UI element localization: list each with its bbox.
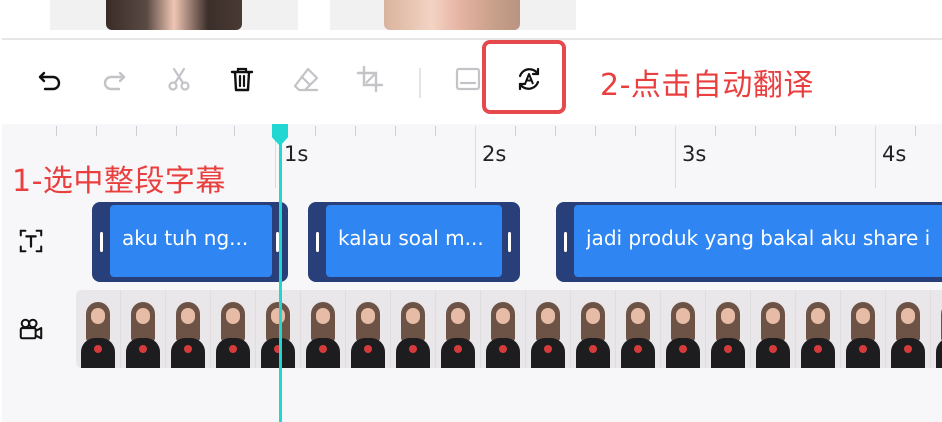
ruler-tick xyxy=(515,126,516,136)
ruler-tick xyxy=(234,126,235,136)
ruler-tick xyxy=(136,126,137,136)
caption-text: aku tuh ng... xyxy=(122,226,249,250)
delete-button[interactable] xyxy=(225,62,259,96)
caption-clip[interactable]: kalau soal m... xyxy=(308,202,520,282)
undo-button[interactable] xyxy=(33,62,67,96)
video-frame-thumbnail xyxy=(391,290,435,368)
trash-icon xyxy=(230,67,254,92)
scissors-icon xyxy=(168,67,190,91)
caption-clip[interactable]: aku tuh ng... xyxy=(92,202,288,282)
ruler-tick xyxy=(96,126,97,136)
clip-trim-handle-left[interactable] xyxy=(564,232,567,252)
video-frame-thumbnail xyxy=(751,290,795,368)
split-button[interactable] xyxy=(162,62,196,96)
ruler-label: 4s xyxy=(882,142,907,166)
ruler-tick xyxy=(875,126,876,188)
crop-button[interactable] xyxy=(353,62,387,96)
toolbar-divider xyxy=(419,68,421,98)
ruler-tick xyxy=(555,126,556,136)
ruler-tick xyxy=(635,126,636,136)
video-track-button[interactable] xyxy=(16,314,46,344)
ruler-tick xyxy=(675,126,676,188)
ruler-tick xyxy=(475,126,476,188)
ruler-tick xyxy=(595,126,596,136)
step2-annotation: 2-点击自动翻译 xyxy=(600,68,814,103)
ruler-tick xyxy=(176,126,177,136)
video-frame-thumbnail xyxy=(301,290,345,368)
text-track-button[interactable] xyxy=(16,226,46,256)
ruler-tick xyxy=(915,126,916,136)
video-track-icon xyxy=(19,318,43,340)
preview-strip xyxy=(0,0,942,38)
playhead-line[interactable] xyxy=(279,124,282,422)
caption-clip[interactable]: jadi produk yang bakal aku share i xyxy=(556,202,942,282)
video-frame-thumbnail xyxy=(706,290,750,368)
redo-button[interactable] xyxy=(97,62,131,96)
clip-trim-handle-right[interactable] xyxy=(508,232,511,252)
video-frame-thumbnail xyxy=(526,290,570,368)
video-frame-thumbnail xyxy=(796,290,840,368)
thumbnail-image xyxy=(106,0,242,30)
video-frame-thumbnail xyxy=(76,290,120,368)
crop-icon xyxy=(356,65,384,93)
ruler-tick xyxy=(56,126,57,136)
caption-text: jadi produk yang bakal aku share i xyxy=(586,226,931,250)
redo-icon xyxy=(103,71,126,91)
erase-button[interactable] xyxy=(289,62,323,96)
video-frame-thumbnail xyxy=(661,290,705,368)
subtitle-icon xyxy=(455,67,481,91)
video-clip[interactable] xyxy=(76,290,942,368)
video-frame-thumbnail xyxy=(481,290,525,368)
text-track-icon xyxy=(19,229,43,253)
ruler-tick xyxy=(435,126,436,136)
video-frame-thumbnail xyxy=(616,290,660,368)
ruler-tick xyxy=(315,126,316,136)
ruler-tick xyxy=(715,126,716,136)
ruler-label: 3s xyxy=(682,142,707,166)
caption-text: kalau soal m... xyxy=(338,226,484,250)
ruler-tick xyxy=(835,126,836,136)
video-frame-thumbnail xyxy=(211,290,255,368)
ruler-tick xyxy=(355,126,356,136)
preview-thumbnail[interactable] xyxy=(50,0,298,30)
ruler-tick xyxy=(755,126,756,136)
eraser-icon xyxy=(293,67,319,92)
ruler-tick xyxy=(795,126,796,136)
video-frame-thumbnail xyxy=(256,290,300,368)
video-frame-thumbnail xyxy=(121,290,165,368)
auto-translate-highlight xyxy=(482,40,566,114)
video-frame-thumbnail xyxy=(346,290,390,368)
undo-icon xyxy=(38,71,61,91)
video-frame-thumbnail xyxy=(166,290,210,368)
thumbnail-image xyxy=(384,0,520,30)
video-frame-thumbnail xyxy=(436,290,480,368)
video-frame-thumbnail xyxy=(841,290,885,368)
video-frame-thumbnail xyxy=(886,290,930,368)
ruler-tick xyxy=(395,126,396,136)
step1-annotation: 1-选中整段字幕 xyxy=(12,164,226,199)
clip-trim-handle-left[interactable] xyxy=(100,232,103,252)
ruler-label: 1s xyxy=(284,142,309,166)
clip-trim-handle-left[interactable] xyxy=(316,232,319,252)
video-frame-thumbnail xyxy=(571,290,615,368)
video-frame-thumbnail xyxy=(931,290,942,368)
ruler-label: 2s xyxy=(482,142,507,166)
subtitle-button[interactable] xyxy=(451,62,485,96)
preview-thumbnail[interactable] xyxy=(330,0,576,30)
